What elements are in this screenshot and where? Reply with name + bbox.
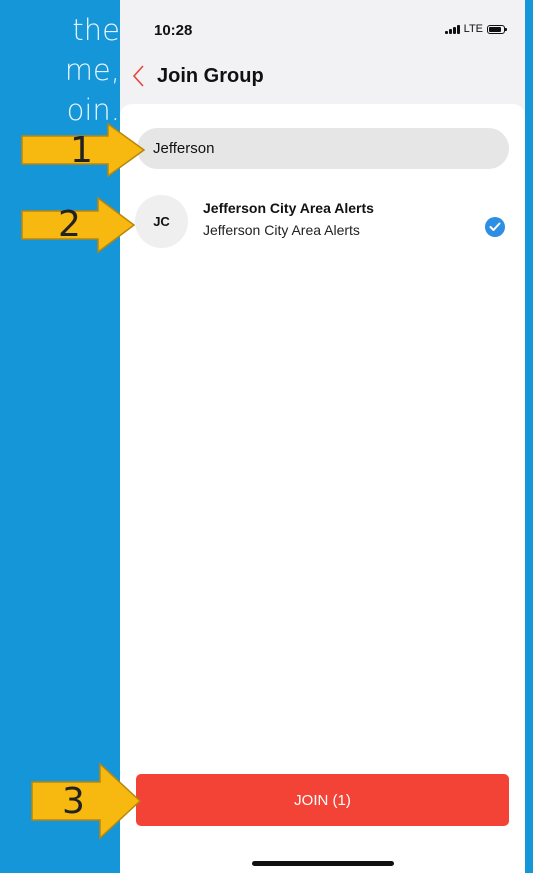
nav-bar: Join Group: [120, 55, 525, 99]
home-indicator: [252, 861, 394, 866]
annotation-number-3: 3: [62, 781, 85, 822]
search-input[interactable]: [137, 128, 509, 169]
background-instruction-text: the me, oin.: [0, 10, 120, 130]
status-indicators: LTE: [444, 23, 507, 35]
avatar: JC: [135, 195, 188, 248]
battery-icon: [487, 24, 507, 34]
group-title: Jefferson City Area Alerts: [203, 200, 374, 216]
main-content: JC Jefferson City Area Alerts Jefferson …: [120, 104, 525, 873]
phone-screen: 10:28 LTE Join Group JC Jefferson City A…: [120, 0, 525, 873]
group-list-item[interactable]: JC Jefferson City Area Alerts Jefferson …: [120, 194, 525, 258]
join-button[interactable]: JOIN (1): [136, 774, 509, 826]
status-time: 10:28: [154, 22, 193, 39]
bg-text-line-2: me,: [64, 53, 120, 87]
checkmark-icon[interactable]: [485, 217, 505, 237]
signal-icon: [444, 24, 460, 34]
annotation-number-1: 1: [70, 130, 93, 171]
arrow-right-icon: [31, 762, 142, 840]
network-type: LTE: [463, 23, 483, 35]
page-title: Join Group: [157, 65, 264, 87]
bg-text-line-1: the: [72, 13, 120, 47]
group-subtitle: Jefferson City Area Alerts: [203, 222, 360, 238]
annotation-number-2: 2: [58, 204, 81, 245]
chevron-left-icon[interactable]: [128, 63, 150, 89]
status-bar: 10:28 LTE: [120, 0, 525, 55]
